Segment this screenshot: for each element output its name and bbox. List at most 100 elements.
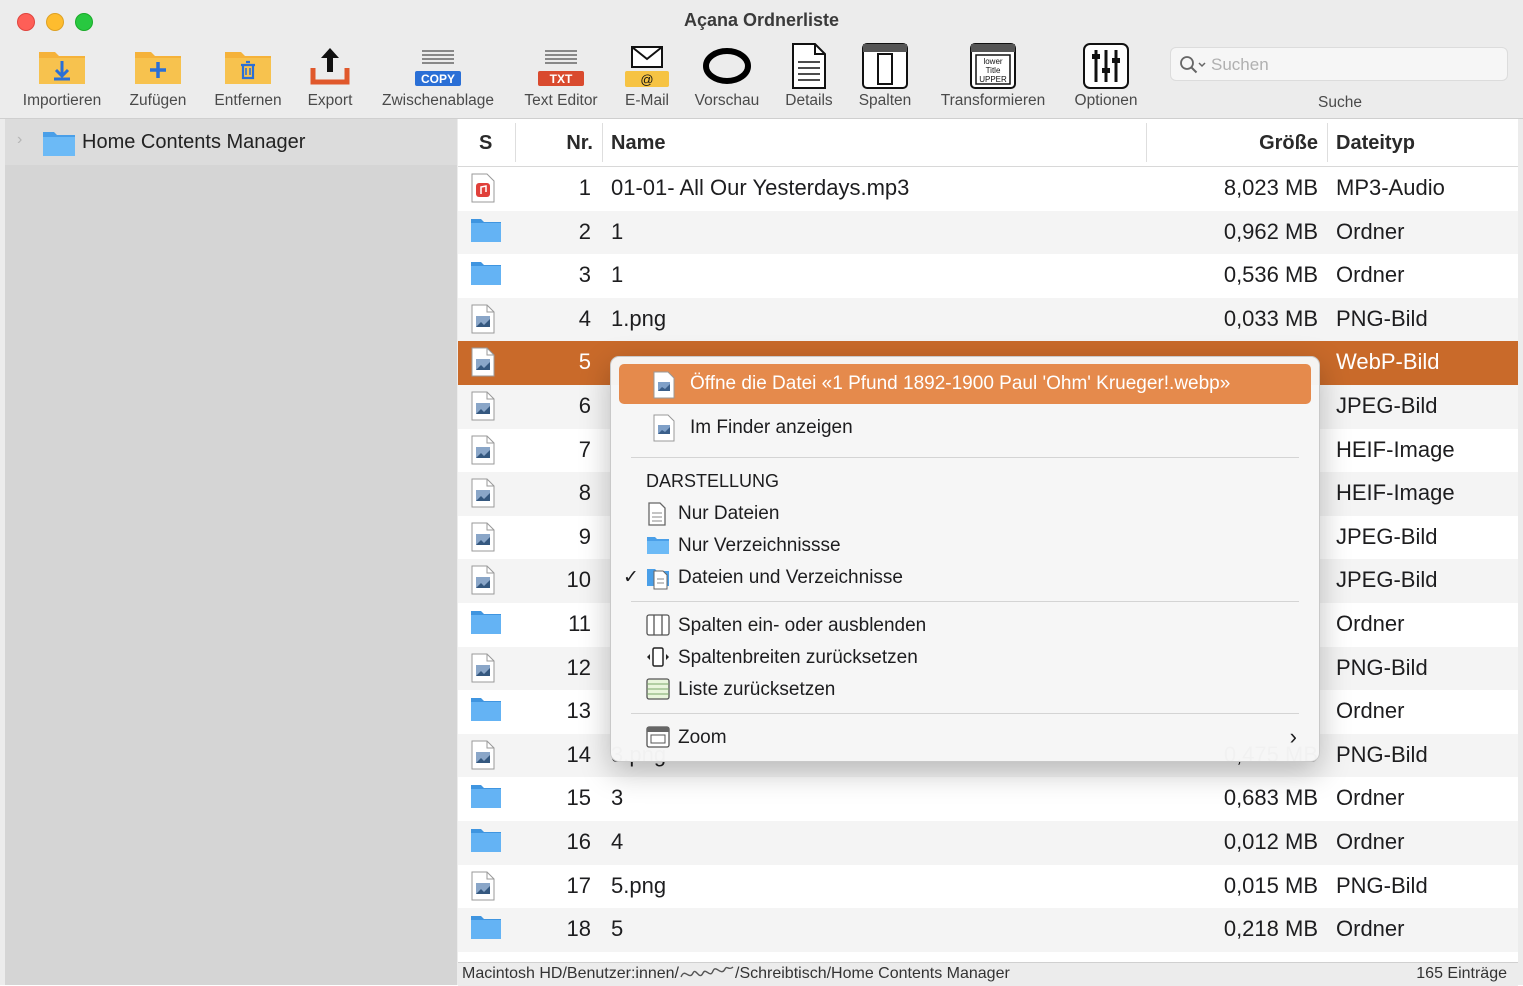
- table-row[interactable]: 17 5.png 0,015 MB PNG-Bild: [458, 865, 1518, 909]
- column-divider[interactable]: [515, 123, 516, 162]
- app-window: Açana Ordnerliste Importieren Zufügen En…: [0, 0, 1523, 986]
- menu-item-files-and-directories[interactable]: ✓ Dateien und Verzeichnisse: [611, 562, 1319, 592]
- columns-icon: [646, 614, 670, 642]
- search-label: Suche: [1318, 94, 1362, 111]
- table-row[interactable]: 16 4 0,012 MB Ordner: [458, 821, 1518, 865]
- cell-type: Ordner: [1336, 785, 1405, 811]
- menu-item-toggle-columns[interactable]: Spalten ein- oder ausblenden: [611, 610, 1319, 640]
- files-and-folders-icon: [646, 566, 670, 596]
- cell-type: HEIF-Image: [1336, 436, 1455, 462]
- details-button[interactable]: Details: [779, 40, 839, 110]
- cell-name: 3: [611, 785, 624, 811]
- cell-nr: 4: [578, 305, 591, 331]
- disclosure-chevron-icon[interactable]: ›: [17, 131, 22, 149]
- folder-icon: [470, 696, 502, 728]
- menu-separator: [631, 457, 1299, 458]
- cell-nr: 3: [578, 262, 591, 288]
- menu-item-only-directories[interactable]: Nur Verzeichnissse: [611, 530, 1319, 560]
- add-folder-icon: [122, 40, 194, 92]
- preview-label: Vorschau: [694, 92, 760, 109]
- image-file-icon: [652, 371, 676, 405]
- column-header-s[interactable]: S: [479, 132, 492, 155]
- export-button[interactable]: Export: [300, 40, 360, 110]
- sidebar-item-home-contents-manager[interactable]: › Home Contents Manager: [5, 119, 457, 165]
- image-file-icon: [470, 565, 496, 601]
- clipboard-button[interactable]: COPY Zwischenablage: [374, 40, 502, 110]
- cell-type: Ordner: [1336, 218, 1405, 244]
- cell-type: Ordner: [1336, 916, 1405, 942]
- remove-button[interactable]: Entfernen: [207, 40, 289, 110]
- cell-size: 0,033 MB: [1223, 305, 1318, 331]
- text-editor-label: Text Editor: [524, 92, 598, 109]
- path-display: Macintosh HD/Benutzer:innen/ /Schreibtisc…: [462, 965, 1010, 986]
- table-row[interactable]: 18 5 0,218 MB Ordner: [458, 908, 1518, 952]
- import-button[interactable]: Importieren: [14, 40, 110, 110]
- menu-separator: [631, 601, 1299, 602]
- table-row[interactable]: 4 1.png 0,033 MB PNG-Bild: [458, 297, 1518, 342]
- cell-name: 1.png: [611, 305, 667, 331]
- table-row[interactable]: 2 1 0,962 MB Ordner: [458, 210, 1518, 255]
- table-row[interactable]: 1 01-01- All Our Yesterdays.mp3 8,023 MB MP…: [458, 167, 1518, 211]
- cell-type: PNG-Bild: [1336, 305, 1428, 331]
- column-header-type[interactable]: Dateityp: [1336, 132, 1415, 155]
- export-label: Export: [307, 92, 353, 109]
- cell-type: Ordner: [1336, 262, 1405, 288]
- remove-label: Entfernen: [214, 92, 282, 109]
- column-divider[interactable]: [1327, 123, 1328, 162]
- search-icon: [1179, 55, 1207, 80]
- cell-type: JPEG-Bild: [1336, 567, 1438, 593]
- image-file-icon: [470, 522, 496, 558]
- cell-type: PNG-Bild: [1336, 741, 1428, 767]
- svg-text:@: @: [640, 72, 653, 87]
- folder-icon: [470, 783, 502, 815]
- eye-icon: [688, 40, 766, 92]
- image-file-icon: [470, 347, 496, 383]
- table-row[interactable]: 15 3 0,683 MB Ordner: [458, 777, 1518, 821]
- menu-item-show-in-finder[interactable]: Im Finder anzeigen: [619, 408, 1311, 448]
- cell-nr: 11: [568, 611, 591, 636]
- menu-item-reset-list[interactable]: Liste zurücksetzen: [611, 674, 1319, 704]
- column-header-nr[interactable]: Nr.: [566, 132, 593, 155]
- cell-size: 0,218 MB: [1223, 916, 1318, 942]
- cell-type: Ordner: [1336, 829, 1405, 854]
- column-header-size[interactable]: Größe: [1259, 132, 1318, 155]
- import-label: Importieren: [22, 92, 102, 109]
- table-row[interactable]: 3 1 0,536 MB Ordner: [458, 254, 1518, 298]
- cell-name: 01-01- All Our Yesterdays.mp3: [611, 175, 910, 200]
- options-button[interactable]: Optionen: [1068, 40, 1144, 110]
- cell-nr: 14: [566, 741, 591, 767]
- text-editor-button[interactable]: TXT Text Editor: [517, 40, 605, 110]
- transform-button[interactable]: lower Title UPPER Transformieren: [932, 40, 1054, 110]
- cell-nr: 1: [578, 175, 591, 200]
- clipboard-label: Zwischenablage: [381, 92, 494, 109]
- column-width-icon: [646, 646, 670, 674]
- column-divider[interactable]: [1146, 123, 1147, 162]
- column-header-name[interactable]: Name: [611, 132, 665, 155]
- cell-size: 0,683 MB: [1223, 785, 1318, 811]
- cell-nr: 15: [566, 785, 591, 811]
- window-title: Açana Ordnerliste: [683, 10, 840, 30]
- preview-button[interactable]: Vorschau: [688, 40, 766, 110]
- menu-item-reset-column-widths[interactable]: Spaltenbreiten zurücksetzen: [611, 642, 1319, 672]
- image-file-icon: [470, 391, 496, 427]
- transform-icon: lower Title UPPER: [932, 40, 1054, 92]
- menu-item-only-files[interactable]: Nur Dateien: [611, 498, 1319, 528]
- cell-type: Ordner: [1336, 611, 1405, 636]
- sidebar: › Home Contents Manager: [5, 119, 457, 985]
- menu-item-zoom[interactable]: Zoom ›: [611, 722, 1319, 752]
- add-button[interactable]: Zufügen: [122, 40, 194, 110]
- image-file-icon: [470, 871, 496, 907]
- menu-item-open-file[interactable]: Öffne die Datei «1 Pfund 1892-1900 Paul …: [619, 364, 1311, 404]
- menu-separator: [631, 713, 1299, 714]
- search-input[interactable]: [1209, 54, 1503, 76]
- cell-nr: 2: [578, 218, 591, 244]
- search-field[interactable]: [1170, 47, 1508, 81]
- email-button[interactable]: @ E-Mail: [618, 40, 676, 110]
- sidebar-item-label: Home Contents Manager: [82, 131, 306, 153]
- columns-button[interactable]: Spalten: [852, 40, 918, 110]
- path-suffix: /Schreibtisch/Home Contents Manager: [735, 965, 1010, 982]
- cell-name: 4: [611, 829, 624, 854]
- cell-type: JPEG-Bild: [1336, 523, 1438, 549]
- cell-type: HEIF-Image: [1336, 480, 1455, 506]
- column-divider[interactable]: [602, 123, 603, 162]
